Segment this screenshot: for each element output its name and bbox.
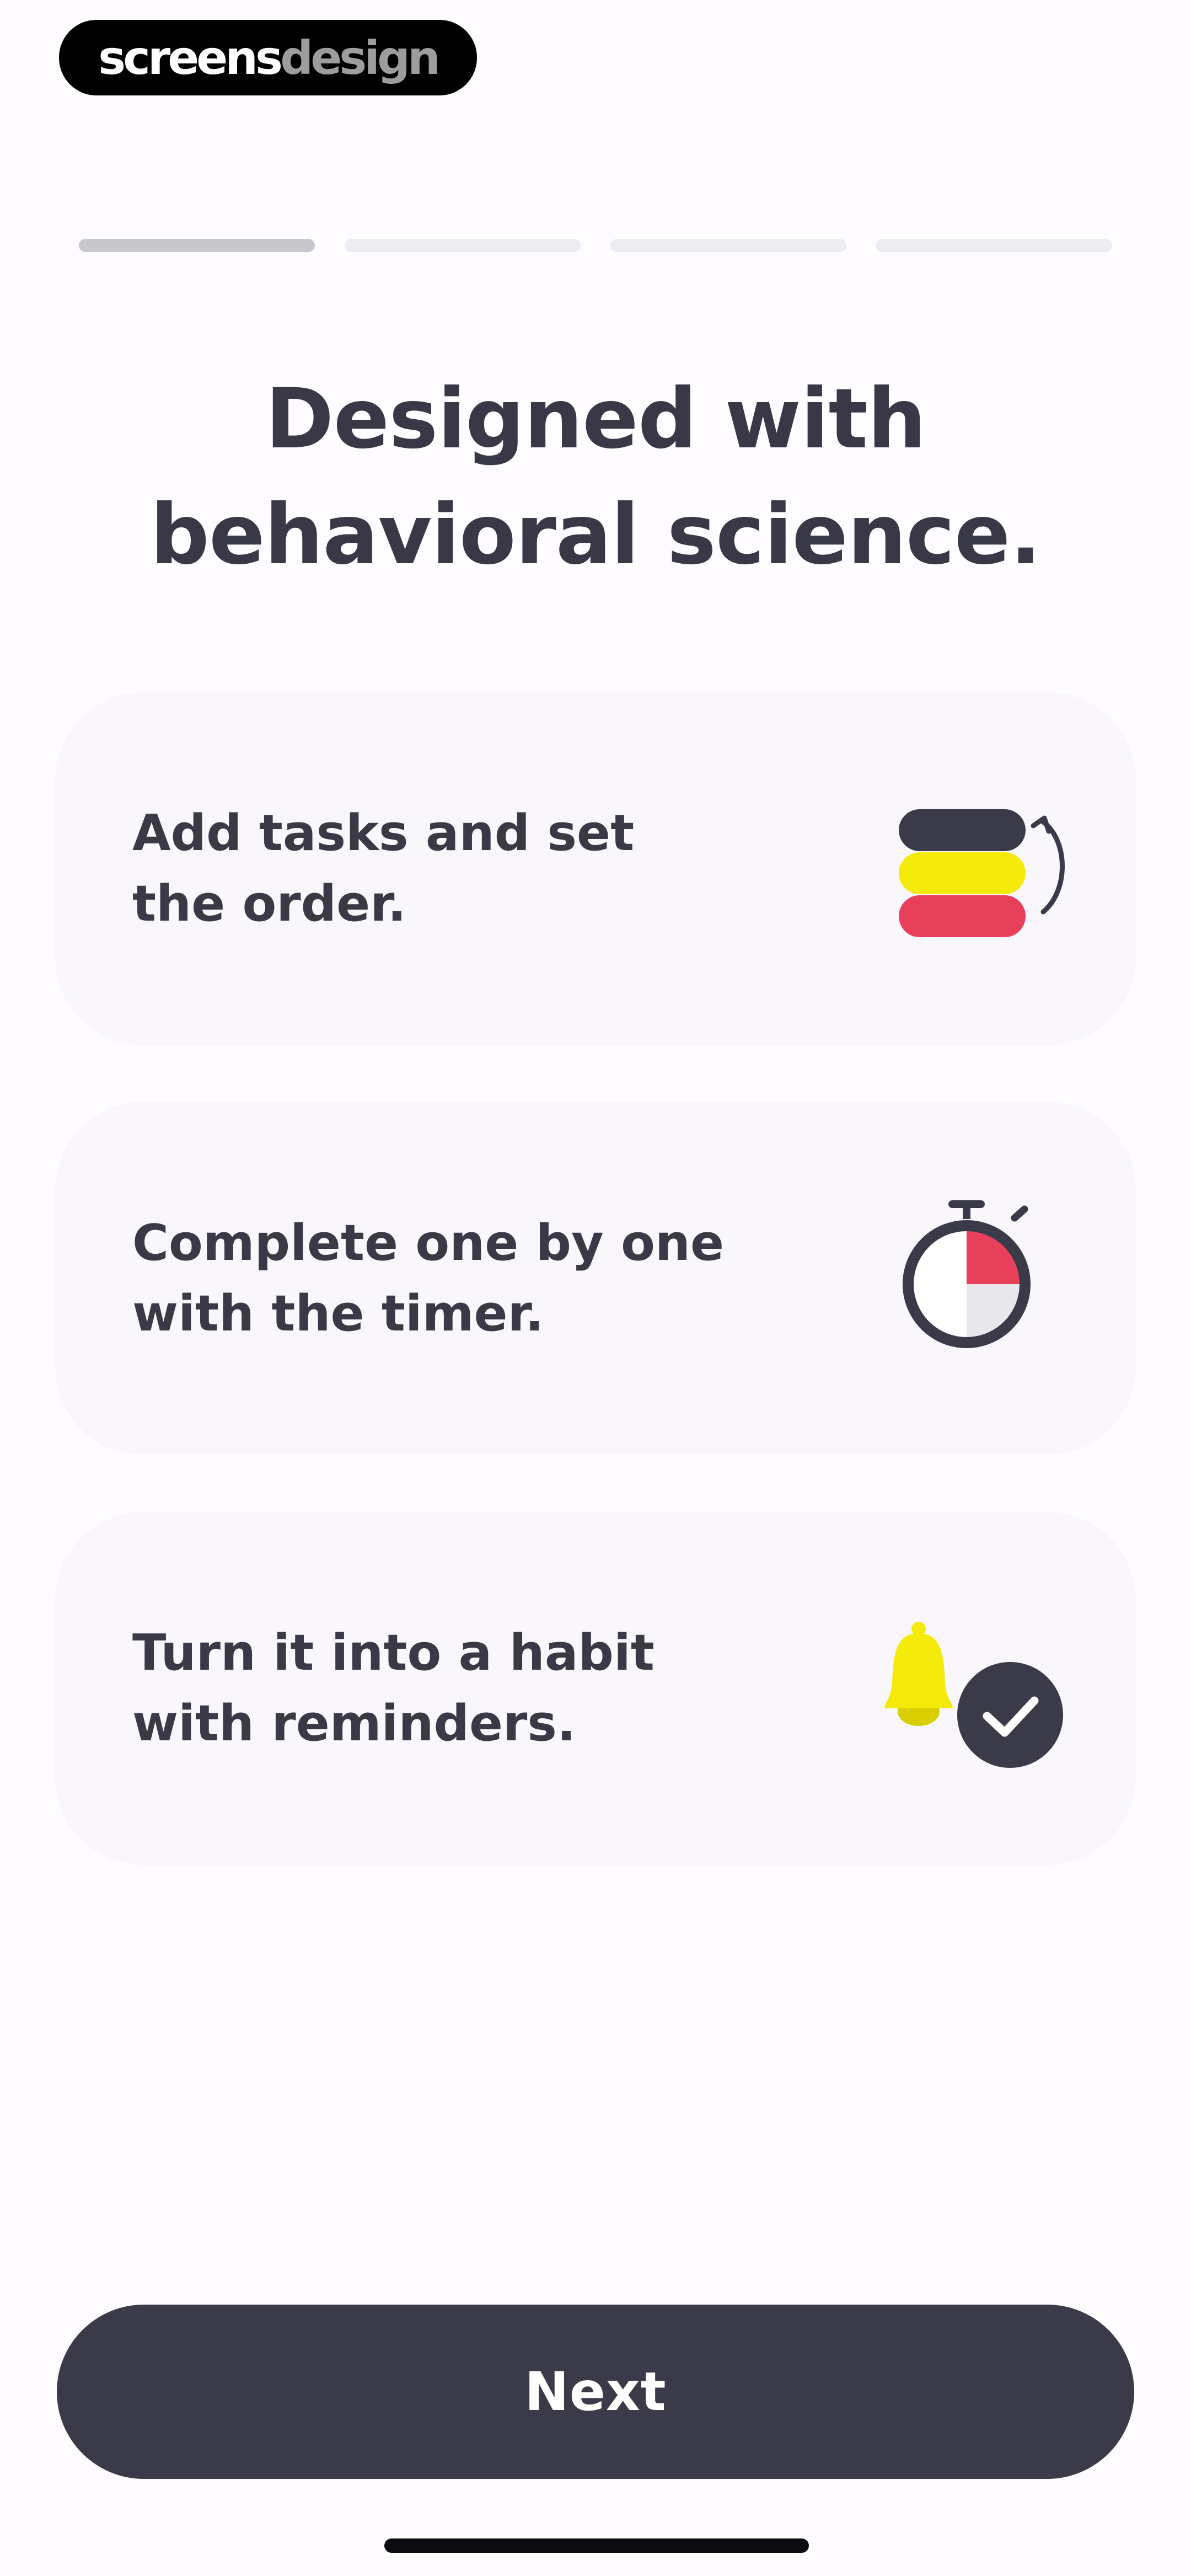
feature-card-timer: Complete one by one with the timer. [55,1102,1136,1455]
brand-watermark: screensdesign [59,20,477,95]
feature-text-line2: with reminders. [132,1695,576,1752]
onboarding-progress [79,239,1112,252]
progress-segment-1 [79,239,315,252]
brand-text-part1: screens [98,30,283,85]
feature-card-reminders: Turn it into a habit with reminders. [55,1512,1136,1865]
next-button-label: Next [524,2361,667,2423]
feature-text-line2: the order. [132,875,406,933]
feature-text-line1: Turn it into a habit [132,1624,654,1682]
bell-check-icon [877,1595,1075,1782]
page-title: Designed with behavioral science. [0,361,1191,593]
feature-text-line1: Complete one by one [132,1214,725,1272]
progress-segment-3 [610,239,846,252]
home-indicator [384,2538,809,2553]
next-button[interactable]: Next [57,2305,1134,2479]
feature-card-text: Complete one by one with the timer. [132,1102,724,1455]
feature-card-tasks: Add tasks and set the order. [55,692,1136,1045]
progress-segment-4 [876,239,1112,252]
feature-card-text: Add tasks and set the order. [132,692,634,1045]
brand-text-part2: design [280,30,441,85]
feature-text-line1: Add tasks and set [132,804,635,862]
progress-segment-2 [345,239,581,252]
brand-text: screensdesign [98,35,441,81]
task-order-icon [877,775,1075,963]
feature-text-line2: with the timer. [132,1285,544,1343]
page-title-line1: Designed with [265,371,926,467]
stopwatch-icon [877,1185,1075,1372]
page-title-line2: behavioral science. [150,487,1042,583]
feature-card-text: Turn it into a habit with reminders. [132,1512,654,1865]
